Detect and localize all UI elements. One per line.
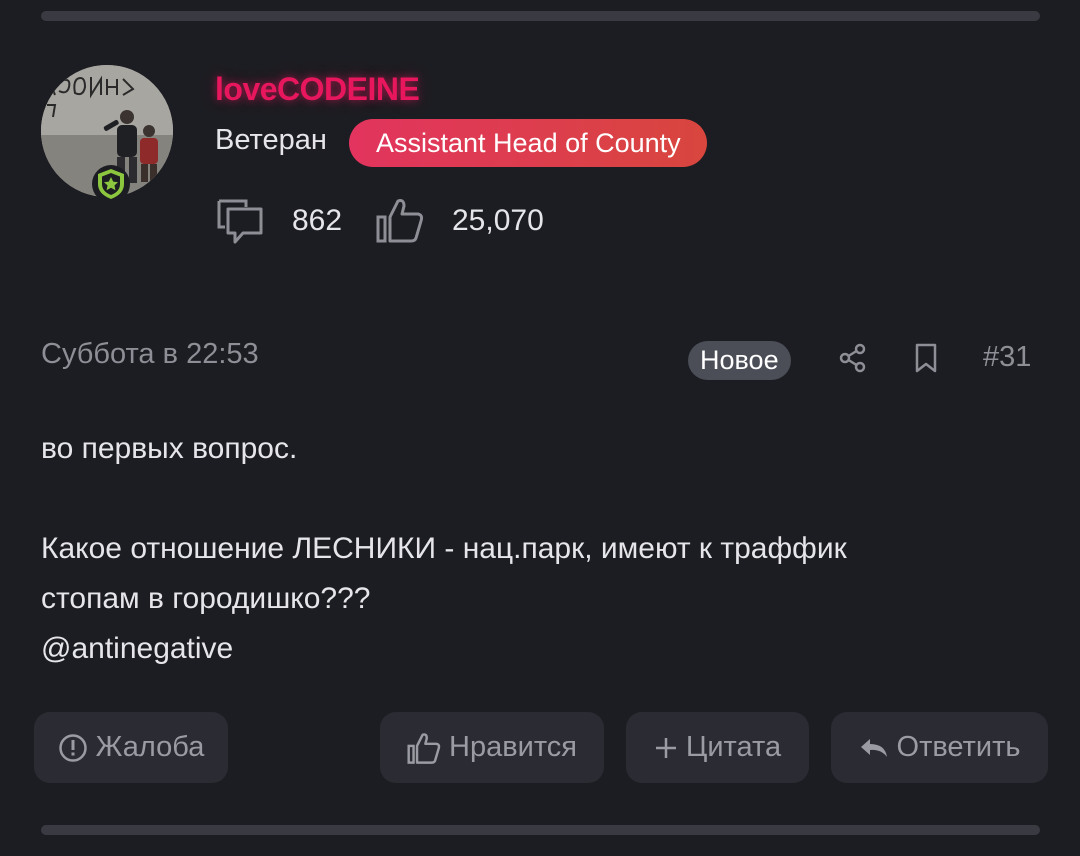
bookmark-icon[interactable] <box>914 343 938 373</box>
rank-badge <box>92 165 130 203</box>
plus-icon <box>655 737 676 758</box>
quote-button[interactable]: Цитата <box>626 712 809 783</box>
chat-bubbles-icon <box>217 199 263 244</box>
quote-label: Цитата <box>685 731 782 763</box>
report-button[interactable]: Жалоба <box>34 712 228 783</box>
bottom-divider <box>41 825 1040 835</box>
top-divider <box>41 11 1040 21</box>
post-date[interactable]: Суббота в 22:53 <box>41 338 259 371</box>
reply-arrow-icon <box>860 738 887 757</box>
post-line: стопам в городишко??? <box>41 582 371 615</box>
post-line: Какое отношение ЛЕСНИКИ - нац.парк, имею… <box>41 532 847 565</box>
new-badge: Новое <box>688 341 791 380</box>
user-mention-link[interactable]: @antinegative <box>41 624 1041 674</box>
reply-label: Ответить <box>896 731 1021 763</box>
thumbs-up-icon <box>376 199 424 243</box>
user-title: Ветеран <box>215 124 327 156</box>
reply-button[interactable]: Ответить <box>831 712 1048 783</box>
exclamation-circle-icon <box>58 733 87 762</box>
messages-count: 862 <box>292 204 343 237</box>
shield-star-icon <box>98 169 124 199</box>
like-label: Нравится <box>449 731 577 763</box>
thumbs-up-icon <box>407 732 441 764</box>
forum-post-page: loveCODEINE Ветеран Assistant Head of Co… <box>0 0 1080 856</box>
post-line: во первых вопрос. <box>41 432 298 465</box>
likes-count: 25,070 <box>452 204 544 237</box>
share-icon[interactable] <box>838 343 868 373</box>
username[interactable]: loveCODEINE <box>215 71 420 108</box>
like-button[interactable]: Нравится <box>380 712 604 783</box>
post-number[interactable]: #31 <box>983 341 1031 374</box>
post-body: во первых вопрос. Какое отношение ЛЕСНИК… <box>41 424 1041 674</box>
role-badge: Assistant Head of County <box>349 119 707 167</box>
report-label: Жалоба <box>95 731 205 763</box>
